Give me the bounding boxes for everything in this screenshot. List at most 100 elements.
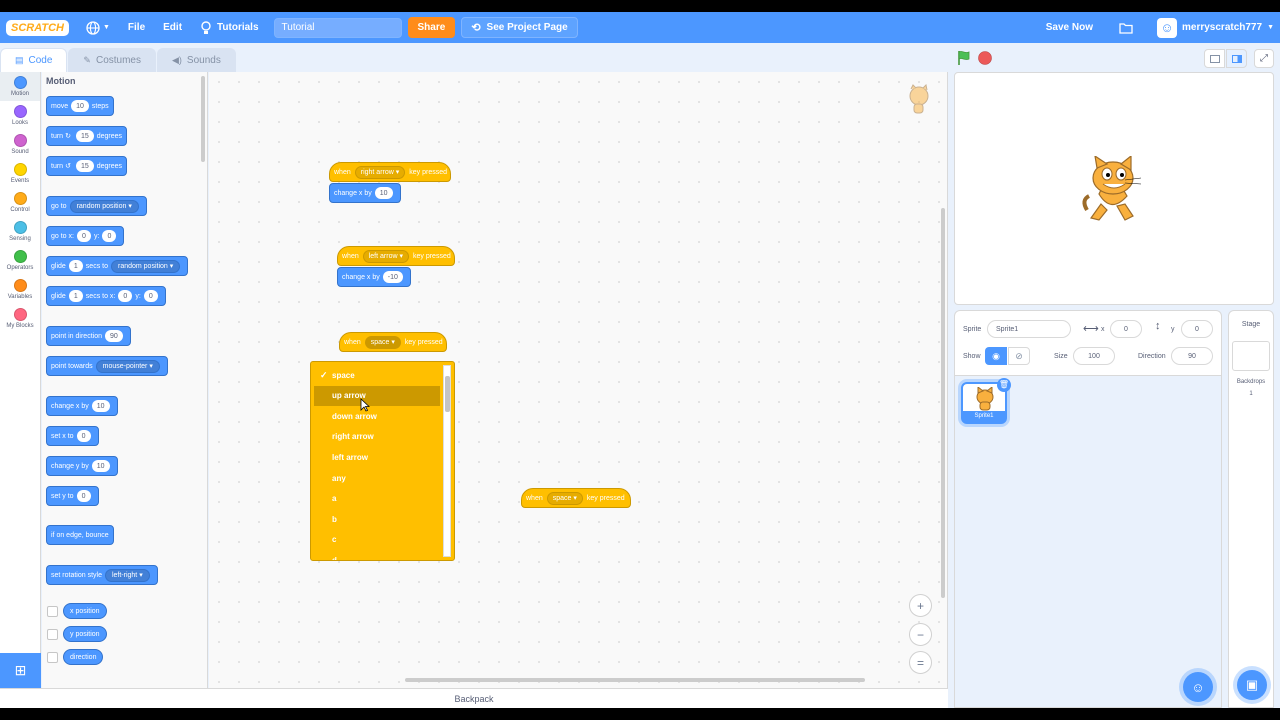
dropdown-option[interactable]: d [314, 550, 440, 560]
dropdown-option[interactable]: c [314, 530, 440, 550]
zoom-in-button[interactable]: + [909, 594, 932, 617]
reporter-y-position[interactable]: y position [63, 626, 107, 642]
change-x-block[interactable]: change x by -10 [337, 267, 411, 287]
block-dropdown[interactable]: left-right ▾ [104, 568, 150, 582]
see-project-page-button[interactable]: ⟲ See Project Page [461, 17, 578, 38]
tab-costumes[interactable]: ✎ Costumes [68, 48, 156, 72]
project-title-input[interactable]: Tutorial [273, 17, 402, 38]
key-dropdown[interactable]: right arrow ▾ [354, 165, 406, 179]
dropdown-option[interactable]: ✓ space [314, 365, 440, 385]
tab-sounds[interactable]: ◀) Sounds [156, 48, 236, 72]
block-go-to-xy[interactable]: go to x: 0 y: 0 [46, 226, 125, 246]
stage-canvas[interactable] [954, 72, 1274, 305]
block-dropdown[interactable]: random position ▾ [69, 199, 139, 213]
add-extension-button[interactable]: ⊞ [0, 653, 41, 688]
sprite-name-input[interactable]: Sprite1 [987, 320, 1071, 338]
block-change-x[interactable]: change x by 10 [46, 396, 118, 416]
tab-code[interactable]: ▤ Code [0, 48, 68, 72]
block-go-to[interactable]: go to random position ▾ [46, 196, 147, 216]
block-turn-right[interactable]: turn ↻ 15 degrees [46, 126, 128, 146]
reporter-x-position[interactable]: x position [63, 603, 107, 619]
block-input[interactable]: 10 [91, 400, 110, 412]
direction-input[interactable]: 90 [1171, 347, 1213, 365]
block-input[interactable]: 0 [76, 490, 91, 502]
block-input[interactable]: 90 [104, 330, 123, 342]
fullscreen-button[interactable]: ⤢ [1254, 49, 1274, 68]
key-dropdown[interactable]: space ▾ [546, 491, 583, 505]
language-menu[interactable]: ▼ [77, 12, 119, 43]
my-stuff-button[interactable] [1110, 12, 1142, 43]
x-position-checkbox[interactable] [47, 606, 58, 617]
account-menu[interactable]: ☺ merryscratch777 ▼ [1148, 12, 1280, 43]
category-operators[interactable]: Operators [0, 246, 40, 275]
block-dropdown[interactable]: mouse-pointer ▾ [95, 359, 160, 373]
change-x-block[interactable]: change x by 10 [329, 183, 401, 203]
dropdown-option[interactable]: right arrow [314, 427, 440, 447]
green-flag-icon[interactable] [956, 50, 972, 66]
dropdown-scrollbar[interactable] [443, 365, 451, 557]
size-input[interactable]: 100 [1073, 347, 1115, 365]
tutorials-button[interactable]: Tutorials [191, 12, 267, 43]
category-control[interactable]: Control [0, 188, 40, 217]
delete-sprite-button[interactable]: 🗑 [997, 378, 1011, 392]
normal-stage-button[interactable] [1226, 49, 1247, 68]
category-motion[interactable]: Motion [0, 72, 40, 101]
block-input[interactable]: 0 [143, 290, 158, 302]
y-input[interactable]: 0 [1181, 320, 1213, 338]
choose-sprite-button[interactable]: ☺ [1183, 672, 1213, 702]
block-input[interactable]: 10 [71, 100, 89, 112]
reporter-direction[interactable]: direction [63, 649, 104, 665]
category-variables[interactable]: Variables [0, 275, 40, 304]
category-my-blocks[interactable]: My Blocks [0, 304, 40, 333]
stage-selector[interactable]: Stage Backdrops 1 ▣ [1228, 310, 1274, 708]
block-point-towards[interactable]: point towards mouse-pointer ▾ [46, 356, 168, 376]
dropdown-scroll-thumb[interactable] [445, 376, 450, 412]
block-input[interactable]: 15 [75, 130, 94, 142]
dropdown-option[interactable]: b [314, 509, 440, 529]
dropdown-option[interactable]: up arrow [314, 385, 440, 406]
block-move-steps[interactable]: move 10 steps [46, 96, 114, 116]
block-set-x[interactable]: set x to 0 [46, 426, 99, 446]
direction-checkbox[interactable] [47, 652, 58, 663]
block-bounce[interactable]: if on edge, bounce [46, 525, 114, 545]
x-input[interactable]: 0 [1110, 320, 1142, 338]
block-dropdown[interactable]: random position ▾ [110, 259, 181, 273]
block-input[interactable]: 0 [118, 290, 133, 302]
when-key-pressed-block[interactable]: when right arrow ▾ key pressed [329, 162, 451, 182]
zoom-reset-button[interactable]: = [909, 651, 932, 674]
show-hidden-button[interactable]: ⊘ [1008, 347, 1030, 365]
block-point-in-direction[interactable]: point in direction 90 [46, 326, 131, 346]
share-button[interactable]: Share [407, 17, 456, 38]
block-input[interactable]: 0 [76, 430, 91, 442]
choose-backdrop-button[interactable]: ▣ [1237, 670, 1267, 700]
dropdown-option[interactable]: a [314, 489, 440, 509]
block-set-y[interactable]: set y to 0 [46, 486, 99, 506]
category-sensing[interactable]: Sensing [0, 217, 40, 246]
block-glide-xy[interactable]: glide 1 secs to x: 0 y: 0 [46, 286, 166, 306]
block-input[interactable]: 10 [374, 187, 393, 199]
palette-scrollbar[interactable] [201, 76, 205, 162]
block-input[interactable]: -10 [382, 271, 403, 283]
dropdown-option[interactable]: left arrow [314, 447, 440, 467]
block-glide-to[interactable]: glide 1 secs to random position ▾ [46, 256, 189, 276]
vertical-scrollbar[interactable] [941, 208, 945, 598]
dropdown-option[interactable]: down arrow [314, 406, 440, 426]
edit-menu[interactable]: Edit [154, 12, 191, 43]
stop-icon[interactable] [978, 51, 992, 65]
block-input[interactable]: 10 [91, 460, 110, 472]
block-input[interactable]: 0 [76, 230, 91, 242]
block-input[interactable]: 0 [102, 230, 117, 242]
block-turn-left[interactable]: turn ↺ 15 degrees [46, 156, 128, 176]
when-key-pressed-block[interactable]: when space ▾ key pressed [339, 332, 447, 352]
category-sound[interactable]: Sound [0, 130, 40, 159]
backpack-bar[interactable]: Backpack [0, 688, 948, 708]
category-events[interactable]: Events [0, 159, 40, 188]
cat-sprite[interactable] [1081, 156, 1145, 226]
block-input[interactable]: 1 [68, 260, 83, 272]
y-position-checkbox[interactable] [47, 629, 58, 640]
key-dropdown[interactable]: space ▾ [364, 335, 401, 349]
show-visible-button[interactable]: ◉ [985, 347, 1007, 365]
horizontal-scrollbar[interactable] [405, 678, 865, 682]
file-menu[interactable]: File [119, 12, 154, 43]
block-input[interactable]: 1 [68, 290, 83, 302]
